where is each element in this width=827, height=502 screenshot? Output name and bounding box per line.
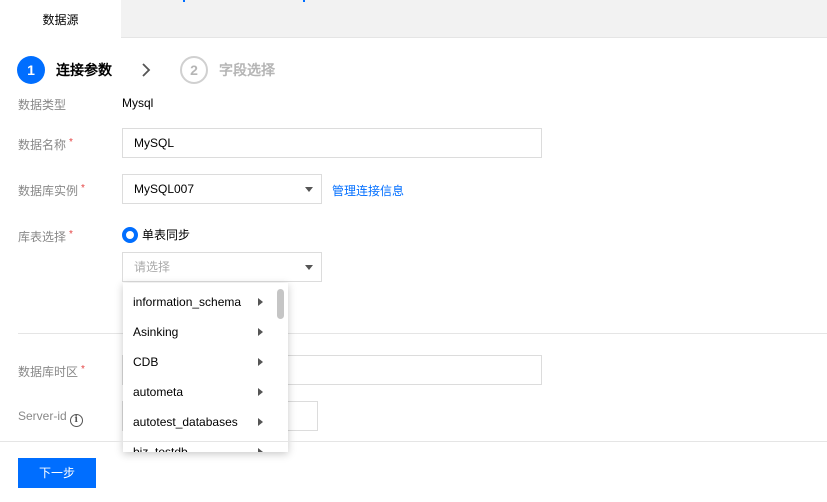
caret-down-icon: [305, 187, 313, 192]
info-icon[interactable]: i: [69, 414, 83, 427]
tab-accent-mark: [303, 0, 305, 2]
table-select-label: 库表选择 *: [18, 229, 73, 244]
required-mark: *: [81, 183, 85, 194]
dropdown-item[interactable]: autotest_databases: [123, 407, 288, 437]
table-select-dropdown[interactable]: 请选择: [122, 252, 322, 282]
caret-right-icon: [258, 358, 263, 366]
select-placeholder: 请选择: [134, 260, 171, 274]
tab-bar: 数据源: [0, 0, 827, 39]
db-instance-select[interactable]: MySQL007: [122, 174, 322, 204]
tab-accent-mark: [183, 0, 185, 2]
required-mark: *: [69, 137, 73, 148]
database-dropdown-menu: information_schema Asinking CDB autometa…: [123, 283, 288, 452]
caret-right-icon: [258, 388, 263, 396]
step-2-label: 字段选择: [219, 62, 275, 78]
data-name-input[interactable]: MySQL: [122, 128, 542, 158]
server-id-label: Server-id i: [18, 409, 83, 427]
db-timezone-label: 数据库时区 *: [18, 364, 85, 379]
caret-right-icon: [258, 298, 263, 306]
db-instance-value: MySQL007: [134, 182, 195, 196]
chevron-right-icon: [120, 63, 172, 77]
dropdown-item[interactable]: autometa: [123, 377, 288, 407]
dropdown-item[interactable]: Asinking: [123, 317, 288, 347]
stepper: 1 连接参数 2 字段选择: [17, 56, 275, 84]
dropdown-item[interactable]: information_schema: [123, 287, 288, 317]
manage-connection-link[interactable]: 管理连接信息: [332, 182, 404, 199]
next-step-button[interactable]: 下一步: [18, 458, 96, 488]
dropdown-scrollbar[interactable]: [277, 289, 284, 319]
radio-checked-icon: [122, 226, 138, 243]
radio-label: 单表同步: [142, 228, 191, 242]
dropdown-item[interactable]: CDB: [123, 347, 288, 377]
data-type-label: 数据类型: [18, 98, 67, 112]
step-1-label: 连接参数: [56, 62, 112, 78]
step-2-circle: 2: [180, 56, 208, 84]
step-1-circle: 1: [17, 56, 45, 84]
dropdown-item[interactable]: biz_testdb: [123, 437, 288, 452]
single-table-sync-radio[interactable]: 单表同步: [122, 226, 190, 243]
caret-right-icon: [258, 328, 263, 336]
data-name-label: 数据名称 *: [18, 137, 73, 152]
caret-down-icon: [305, 265, 313, 270]
caret-right-icon: [258, 448, 263, 452]
required-mark: *: [81, 364, 85, 375]
footer-divider: [0, 441, 827, 442]
tab-datasource[interactable]: 数据源: [0, 0, 121, 39]
required-mark: *: [69, 229, 73, 240]
caret-right-icon: [258, 418, 263, 426]
data-type-value: Mysql: [122, 96, 154, 110]
db-instance-label: 数据库实例 *: [18, 183, 85, 198]
